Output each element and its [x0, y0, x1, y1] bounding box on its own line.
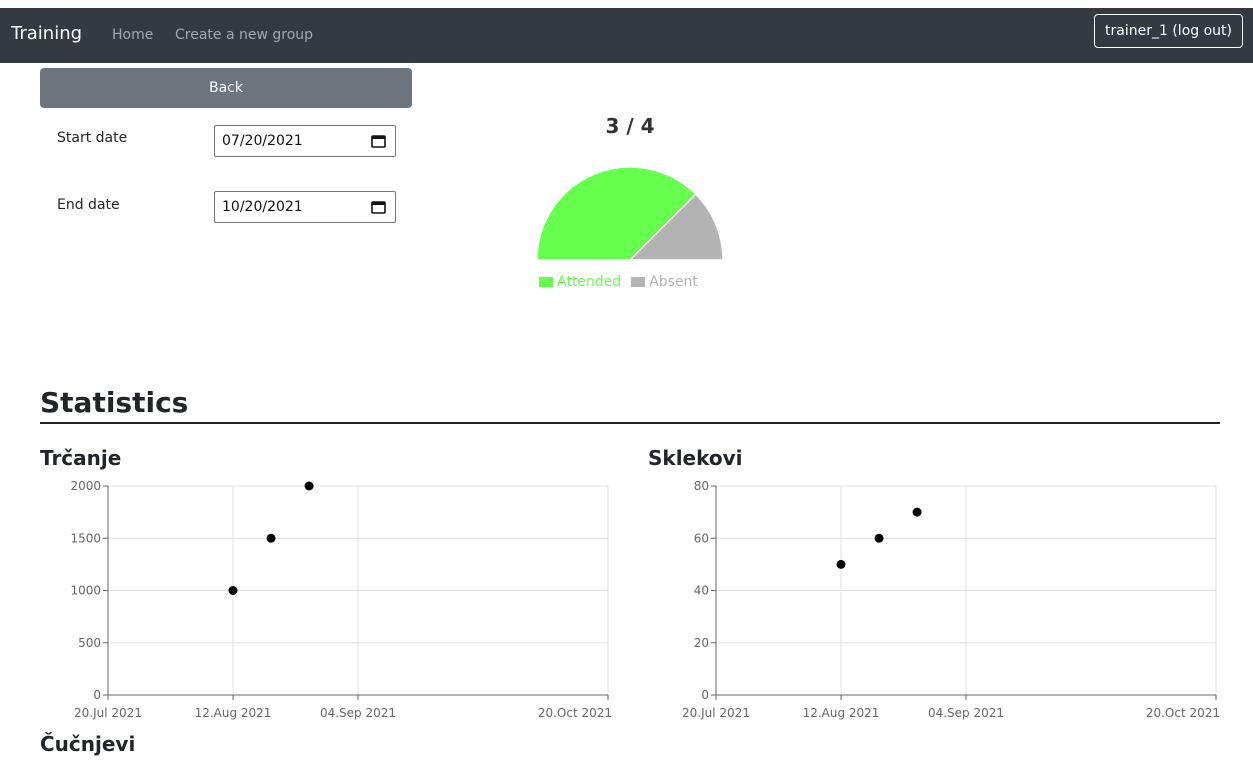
statistics-heading: Statistics — [40, 386, 189, 419]
attendance-legend: Attended Absent — [539, 274, 698, 290]
calendar-icon[interactable] — [371, 200, 386, 214]
navbar-brand[interactable]: Training — [11, 23, 82, 44]
attendance-ratio: 3 / 4 — [605, 114, 655, 138]
legend-attended-label: Attended — [557, 274, 622, 290]
x-tick-label: 20.Jul 2021 — [682, 706, 750, 720]
y-tick-label: 60 — [694, 531, 709, 545]
y-tick-label: 80 — [694, 479, 709, 493]
start-date-label: Start date — [57, 130, 128, 146]
end-date-label: End date — [57, 197, 120, 213]
y-tick-label: 2000 — [70, 479, 101, 493]
y-tick-label: 0 — [701, 688, 709, 702]
scatter-point[interactable] — [266, 533, 276, 543]
legend-absent[interactable]: Absent — [631, 274, 698, 290]
end-date-input[interactable]: 10/20/2021 — [214, 191, 396, 223]
x-tick-label: 12.Aug 2021 — [195, 706, 272, 720]
legend-absent-swatch — [631, 277, 646, 287]
scatter-point[interactable] — [912, 507, 922, 517]
logout-button[interactable]: trainer_1 (log out) — [1094, 14, 1243, 48]
x-tick-label: 04.Sep 2021 — [320, 706, 396, 720]
chart-title-cucnjevi: Čučnjevi — [40, 732, 136, 756]
calendar-icon[interactable] — [371, 134, 386, 148]
chart-trcanje: 0 500 1000 1500 2000 20.Jul 2021 12.Aug 2021 04… — [70, 479, 612, 720]
navbar: Training Home Create a new group trainer… — [0, 8, 1253, 63]
attendance-gauge — [536, 166, 724, 261]
y-tick-label: 40 — [694, 584, 709, 598]
y-tick-label: 500 — [78, 636, 101, 650]
scatter-point[interactable] — [304, 481, 314, 491]
scatter-point[interactable] — [874, 533, 884, 543]
nav-link-home[interactable]: Home — [112, 27, 153, 43]
scatter-point[interactable] — [228, 586, 238, 595]
x-tick-label: 20.Oct 2021 — [1146, 706, 1220, 720]
start-date-value: 07/20/2021 — [222, 133, 303, 149]
scatter-point[interactable] — [836, 559, 846, 569]
legend-attended-swatch — [539, 277, 553, 287]
statistics-divider — [40, 422, 1220, 424]
chart-title-trcanje: Trčanje — [40, 446, 122, 470]
x-tick-label: 20.Jul 2021 — [74, 706, 142, 720]
chart-sklekovi: 0 20 40 60 80 20.Jul 2021 12.Aug 2021 04.Sep 20… — [682, 479, 1220, 720]
y-tick-label: 1000 — [70, 584, 101, 598]
legend-attended[interactable]: Attended — [539, 274, 621, 290]
x-tick-label: 12.Aug 2021 — [803, 706, 880, 720]
chart-title-sklekovi: Sklekovi — [648, 446, 743, 470]
end-date-value: 10/20/2021 — [222, 199, 303, 215]
start-date-input[interactable]: 07/20/2021 — [214, 125, 396, 157]
y-tick-label: 0 — [93, 688, 101, 702]
legend-absent-label: Absent — [649, 274, 698, 290]
x-tick-label: 04.Sep 2021 — [928, 706, 1004, 720]
back-button[interactable]: Back — [40, 68, 412, 108]
y-tick-label: 1500 — [70, 531, 101, 545]
x-tick-label: 20.Oct 2021 — [538, 706, 612, 720]
nav-link-create-group[interactable]: Create a new group — [175, 27, 313, 43]
y-tick-label: 20 — [694, 636, 709, 650]
